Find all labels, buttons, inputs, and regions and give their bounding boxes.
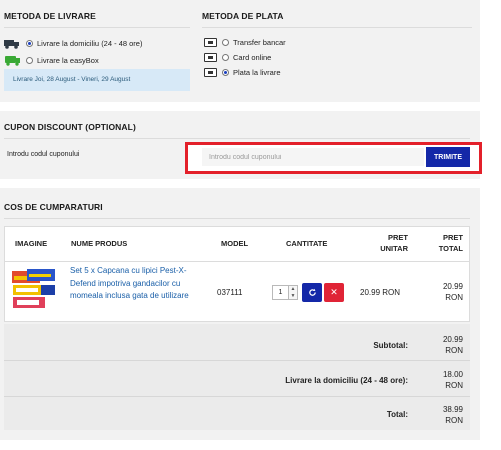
- product-model: 037111: [217, 288, 243, 297]
- coupon-heading: CUPON DISCOUNT (OPTIONAL): [4, 122, 136, 132]
- coupon-label: Introdu codul cuponului: [7, 151, 80, 158]
- payment-option-transfer[interactable]: Transfer bancar: [204, 38, 286, 47]
- shipping-heading: METODA DE LIVRARE: [4, 11, 96, 21]
- cart-divider: [4, 218, 470, 219]
- col-unit-price: PRET UNITAR: [368, 232, 408, 254]
- shipping-home-radio[interactable]: [26, 40, 33, 47]
- coupon-input[interactable]: [202, 148, 424, 166]
- coupon-submit-button[interactable]: TRIMITE: [426, 147, 470, 167]
- col-total-line1: PRET: [442, 233, 463, 242]
- total-currency: RON: [445, 416, 463, 425]
- payment-option-card[interactable]: Card online: [204, 53, 271, 62]
- total-value: 38.99 RON: [423, 404, 463, 426]
- payment-option-cod[interactable]: Plata la livrare: [204, 68, 281, 77]
- shipping-easybox-radio[interactable]: [26, 57, 33, 64]
- product-total-currency: RON: [445, 293, 463, 302]
- delivery-date-note: Livrare Joi, 28 August - Vineri, 29 Augu…: [4, 69, 190, 91]
- col-name: NUME PRODUS: [71, 239, 128, 248]
- shipping-option-easybox[interactable]: Livrare la easyBox: [4, 55, 99, 66]
- col-image: IMAGINE: [15, 239, 48, 248]
- totals-divider-2: [4, 396, 470, 397]
- shipping-cost-amount: 18.00: [442, 370, 463, 379]
- col-total-line2: TOTAL: [438, 244, 463, 253]
- quantity-input[interactable]: 1: [272, 285, 289, 300]
- total-label: Total:: [386, 410, 408, 419]
- col-qty: CANTITATE: [286, 239, 328, 248]
- product-unit-price: 20.99 RON: [360, 288, 401, 297]
- payment-cod-radio[interactable]: [222, 69, 229, 76]
- coupon-divider: [4, 138, 470, 139]
- payment-heading: METODA DE PLATA: [202, 11, 284, 21]
- payment-card-radio[interactable]: [222, 54, 229, 61]
- cash-icon: [204, 68, 217, 77]
- remove-item-button[interactable]: ✕: [324, 283, 344, 302]
- credit-card-icon: [204, 53, 217, 62]
- payment-transfer-label: Transfer bancar: [233, 38, 286, 47]
- product-image[interactable]: [11, 267, 57, 311]
- payment-divider: [202, 27, 472, 28]
- refresh-icon: [308, 288, 316, 296]
- subtotal-amount: 20.99: [442, 335, 463, 344]
- payment-card-label: Card online: [233, 53, 272, 62]
- shipping-easybox-label: Livrare la easyBox: [37, 56, 99, 65]
- product-total-price: 20.99 RON: [423, 281, 463, 303]
- cart-heading: COS DE CUMPARATURI: [4, 202, 103, 212]
- subtotal-value: 20.99 RON: [423, 334, 463, 356]
- update-quantity-button[interactable]: [302, 283, 322, 302]
- truck-icon: [4, 40, 19, 49]
- quantity-spinner[interactable]: ▲ ▼: [289, 285, 298, 300]
- shipping-option-home[interactable]: Livrare la domiciliu (24 - 48 ore): [4, 38, 142, 49]
- chevron-up-icon[interactable]: ▲: [289, 286, 297, 293]
- shipping-cost-label: Livrare la domiciliu (24 - 48 ore):: [285, 376, 408, 385]
- quantity-stepper[interactable]: 1 ▲ ▼: [272, 285, 298, 300]
- subtotal-currency: RON: [445, 346, 463, 355]
- col-unit-price-line2: UNITAR: [380, 244, 408, 253]
- payment-transfer-radio[interactable]: [222, 39, 229, 46]
- total-amount: 38.99: [442, 405, 463, 414]
- shipping-cost-currency: RON: [445, 381, 463, 390]
- col-total: PRET TOTAL: [423, 232, 463, 254]
- col-model: MODEL: [221, 239, 249, 248]
- product-total-amount: 20.99: [442, 282, 463, 291]
- shipping-home-label: Livrare la domiciliu (24 - 48 ore): [37, 39, 143, 48]
- totals-divider-1: [4, 360, 470, 361]
- bank-transfer-icon: [204, 38, 217, 47]
- easybox-icon: [5, 56, 20, 66]
- product-name-link[interactable]: Set 5 x Capcana cu lipici Pest-X-Defend …: [70, 265, 205, 303]
- shipping-cost-value: 18.00 RON: [423, 369, 463, 391]
- shipping-divider: [4, 27, 190, 28]
- payment-cod-label: Plata la livrare: [233, 68, 281, 77]
- cart-header-divider: [4, 261, 470, 262]
- col-unit-price-line1: PRET: [387, 233, 408, 242]
- subtotal-label: Subtotal:: [373, 341, 408, 350]
- close-icon: ✕: [330, 287, 338, 297]
- chevron-down-icon[interactable]: ▼: [289, 293, 297, 300]
